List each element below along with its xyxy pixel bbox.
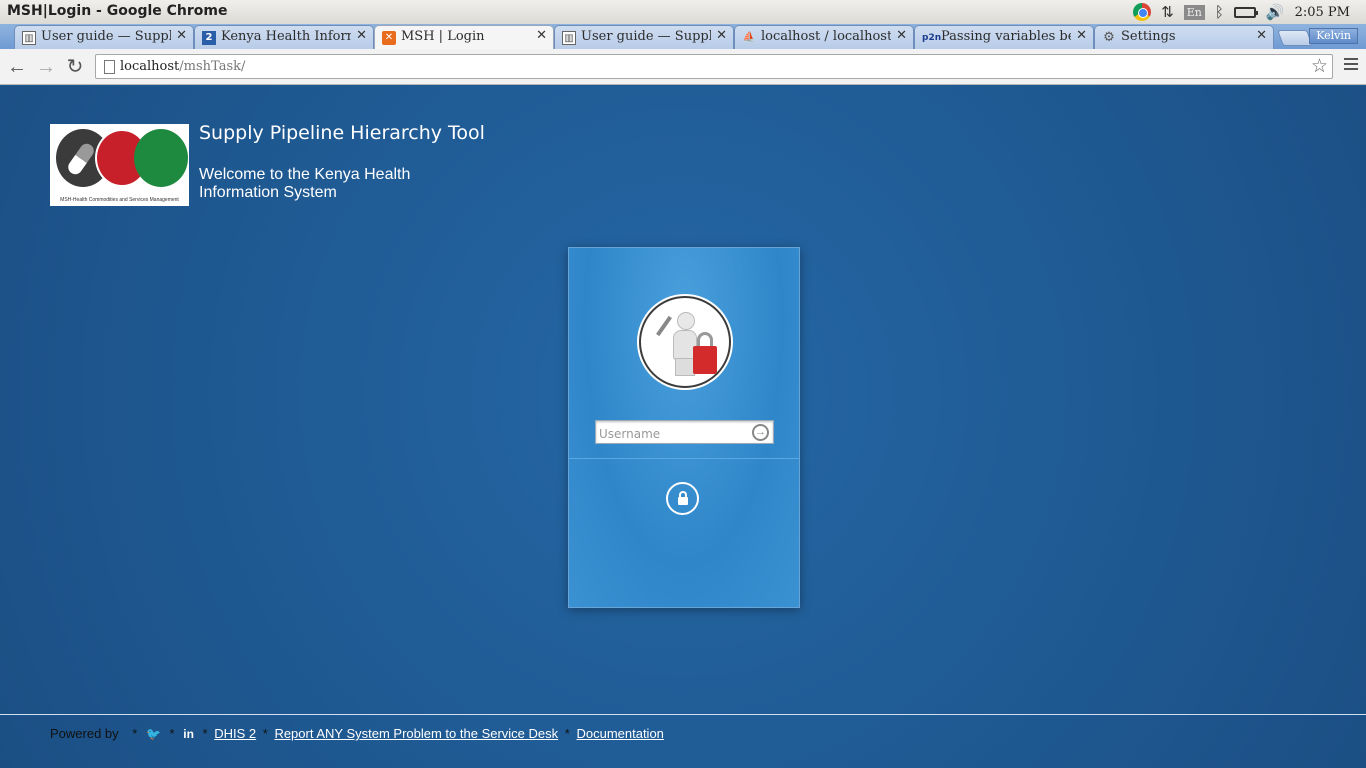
tab-user-guide-2[interactable]: ▥ User guide — Supply ✕ (554, 25, 734, 49)
bookmark-star-icon[interactable]: ☆ (1311, 55, 1328, 78)
lock-icon[interactable] (666, 482, 699, 515)
address-bar[interactable]: localhost/mshTask/ ☆ (95, 54, 1333, 79)
login-card: → (568, 247, 800, 608)
xampp-icon: ✕ (382, 31, 396, 45)
doc-icon: ▥ (22, 31, 36, 45)
app-title: Supply Pipeline Hierarchy Tool (199, 122, 485, 144)
linkedin-icon[interactable]: in (183, 727, 194, 741)
welcome-text: Welcome to the Kenya Health Information … (199, 166, 411, 201)
url-text[interactable]: localhost/mshTask/ (120, 59, 245, 74)
chrome-menu-icon[interactable] (1344, 58, 1358, 72)
doc-icon: ▥ (562, 31, 576, 45)
chrome-icon[interactable] (1133, 3, 1152, 21)
url-path: /mshTask/ (179, 59, 246, 74)
separator: * (262, 726, 268, 742)
dhis2-icon: 2 (202, 31, 216, 45)
tab-label: MSH | Login (401, 29, 485, 44)
browser-toolbar: ← → ↻ localhost/mshTask/ ☆ (0, 49, 1366, 85)
back-arrow-icon[interactable]: ← (5, 55, 29, 79)
report-problem-link[interactable]: Report ANY System Problem to the Service… (274, 726, 558, 741)
separator: * (564, 726, 570, 742)
tab-user-guide-1[interactable]: ▥ User guide — Supply ✕ (14, 25, 194, 49)
tab-strip: ▥ User guide — Supply ✕ 2 Kenya Health I… (0, 24, 1366, 49)
tab-kenya-health[interactable]: 2 Kenya Health Informa ✕ (194, 25, 374, 49)
tab-msh-login[interactable]: ✕ MSH | Login ✕ (374, 25, 554, 49)
username-input[interactable] (595, 420, 774, 444)
powered-by-label: Powered by (50, 726, 119, 742)
network-icon[interactable]: ⇅ (1161, 3, 1174, 21)
card-divider (569, 458, 799, 459)
close-tab-icon[interactable]: ✕ (1256, 28, 1267, 43)
keyboard-language-indicator[interactable]: En (1183, 4, 1205, 20)
logo-syringe-circle (134, 129, 188, 187)
tab-label: Settings (1121, 29, 1176, 44)
tab-passing-variables[interactable]: p2n Passing variables betw ✕ (914, 25, 1094, 49)
separator: * (169, 726, 175, 742)
dhis2-link[interactable]: DHIS 2 (214, 726, 256, 741)
tab-label: User guide — Supply (41, 29, 171, 44)
url-host: localhost (120, 59, 180, 74)
phpmyadmin-icon: ⛵ (742, 32, 756, 43)
separator: * (132, 726, 138, 742)
documentation-link[interactable]: Documentation (576, 726, 663, 741)
clock[interactable]: 2:05 PM (1295, 5, 1350, 20)
tab-label: localhost / localhost / (761, 29, 891, 44)
window-title: MSH|Login - Google Chrome (7, 3, 228, 19)
footer: Powered by * 🐦 * in * DHIS 2 * Report AN… (50, 725, 664, 741)
close-tab-icon[interactable]: ✕ (176, 28, 187, 43)
close-tab-icon[interactable]: ✕ (716, 28, 727, 43)
os-top-bar: MSH|Login - Google Chrome ⇅ En ᛒ 🔊 2:05 … (0, 0, 1366, 24)
system-tray: ⇅ En ᛒ 🔊 2:05 PM (1133, 2, 1360, 22)
profile-button[interactable]: Kelvin (1309, 28, 1358, 44)
page-content: MSH-Health Commodities and Services Mana… (0, 86, 1366, 768)
close-tab-icon[interactable]: ✕ (356, 28, 367, 43)
tab-label: Kenya Health Informa (221, 29, 351, 44)
p2n-icon: p2n (922, 33, 942, 43)
forward-arrow-icon[interactable]: → (34, 55, 58, 79)
reload-icon[interactable]: ↻ (63, 55, 87, 79)
tab-label: Passing variables betw (941, 29, 1071, 44)
footer-divider (0, 714, 1366, 715)
tab-settings[interactable]: ⚙ Settings ✕ (1094, 25, 1274, 49)
msh-logo: MSH-Health Commodities and Services Mana… (50, 124, 189, 206)
page-icon (104, 60, 115, 74)
user-lock-avatar-icon (639, 296, 731, 388)
tab-phpmyadmin[interactable]: ⛵ localhost / localhost / ✕ (734, 25, 914, 49)
submit-arrow-icon[interactable]: → (752, 424, 769, 441)
battery-icon[interactable] (1233, 6, 1258, 18)
bluetooth-icon[interactable]: ᛒ (1215, 4, 1224, 21)
twitter-icon[interactable]: 🐦 (146, 727, 161, 741)
volume-icon[interactable]: 🔊 (1266, 3, 1285, 21)
close-tab-icon[interactable]: ✕ (536, 28, 547, 43)
gear-icon: ⚙ (1103, 30, 1115, 45)
separator: * (202, 726, 208, 742)
new-tab-button[interactable] (1277, 30, 1313, 46)
close-tab-icon[interactable]: ✕ (1076, 28, 1087, 43)
close-tab-icon[interactable]: ✕ (896, 28, 907, 43)
tab-label: User guide — Supply (581, 29, 711, 44)
logo-caption: MSH-Health Commodities and Services Mana… (60, 197, 179, 203)
